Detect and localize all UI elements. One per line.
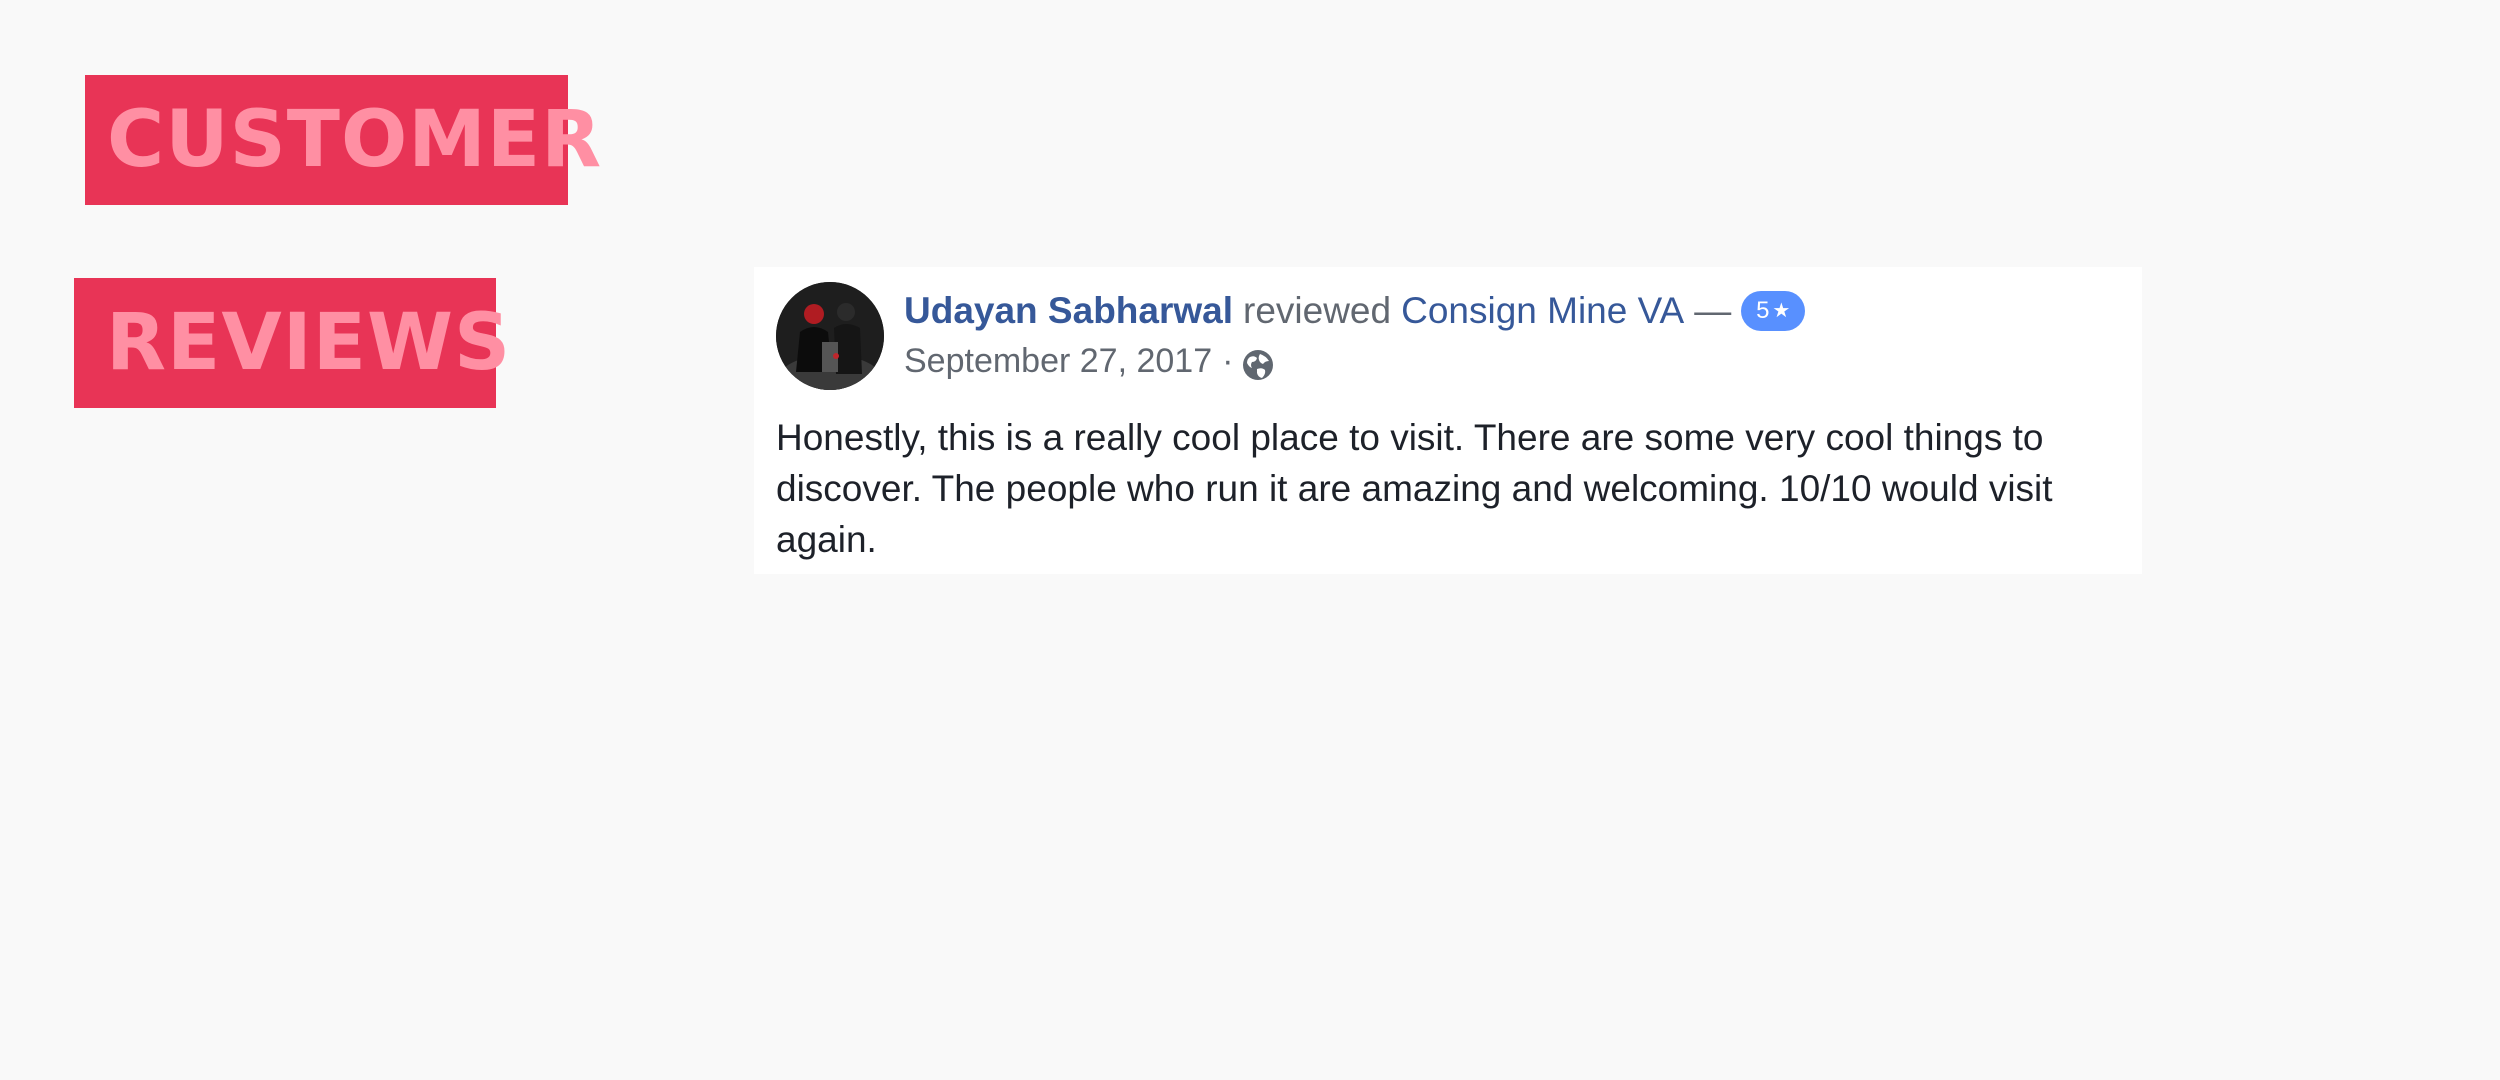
- customer-heading-text: CUSTOMER: [107, 95, 603, 185]
- review-date-link[interactable]: September 27, 2017: [904, 341, 1212, 382]
- globe-icon[interactable]: [1241, 348, 1275, 382]
- review-meta: September 27, 2017 ·: [904, 341, 1275, 382]
- rating-value: 5: [1756, 296, 1770, 324]
- review-card: Udayan Sabharwal reviewed Consign Mine V…: [754, 267, 2142, 574]
- reviews-heading-text: REVIEWS: [106, 298, 512, 388]
- review-body: Honestly, this is a really cool place to…: [776, 417, 2053, 560]
- star-icon: ★: [1772, 300, 1791, 323]
- avatar-photo: [776, 282, 884, 390]
- reviews-heading-tag: REVIEWS: [74, 278, 510, 408]
- page-name-link[interactable]: Consign Mine VA: [1401, 289, 1684, 333]
- rating-badge: 5 ★: [1741, 291, 1806, 332]
- customer-heading-tag: CUSTOMER: [85, 75, 601, 205]
- avatar[interactable]: [776, 282, 884, 390]
- author-name-link[interactable]: Udayan Sabharwal: [904, 289, 1233, 333]
- dash-separator: —: [1694, 290, 1732, 331]
- review-verb: reviewed: [1243, 290, 1392, 331]
- review-header: Udayan Sabharwal reviewed Consign Mine V…: [904, 289, 1806, 333]
- meta-separator: ·: [1222, 342, 1234, 380]
